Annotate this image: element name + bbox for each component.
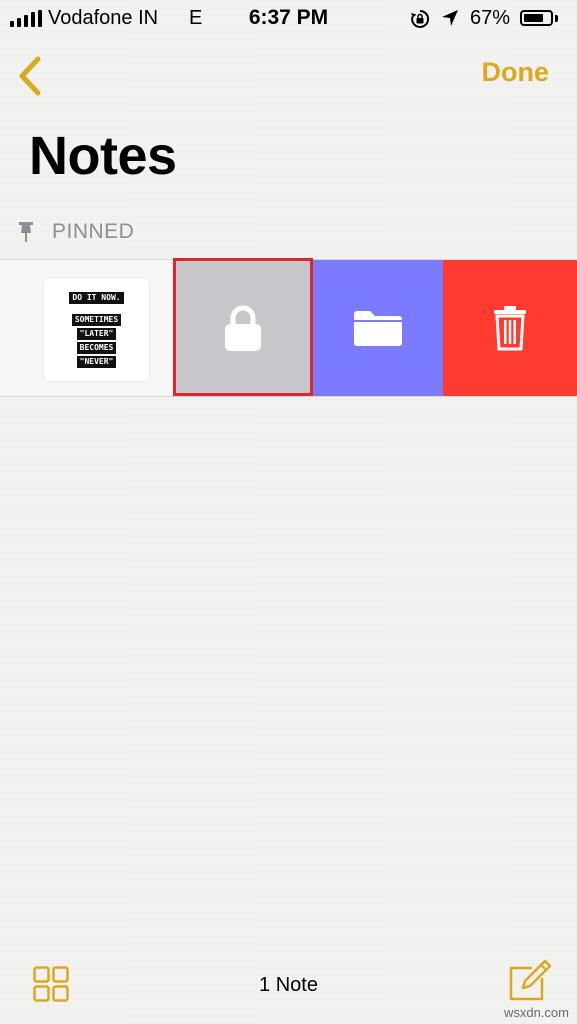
section-label: PINNED xyxy=(52,220,135,243)
thumbnail-line: "LATER" xyxy=(76,327,117,340)
thumbnail-line: "NEVER" xyxy=(76,355,117,368)
thumbnail-line: SOMETIMES xyxy=(71,313,122,326)
folder-icon xyxy=(353,311,402,346)
pin-icon xyxy=(19,222,33,242)
note-row[interactable]: DO IT NOW. SOMETIMES "LATER" BECOMES "NE… xyxy=(0,259,577,397)
battery-nub xyxy=(555,15,558,22)
delete-note-button[interactable] xyxy=(443,260,577,396)
note-thumbnail: DO IT NOW. SOMETIMES "LATER" BECOMES "NE… xyxy=(44,278,149,381)
chevron-left-icon xyxy=(19,56,41,96)
page-title: Notes xyxy=(29,126,177,186)
back-button[interactable] xyxy=(14,54,50,98)
lock-icon xyxy=(224,305,261,351)
thumbnail-line: DO IT NOW. xyxy=(69,291,124,304)
battery-percent: 67% xyxy=(470,7,511,29)
battery-icon xyxy=(520,10,553,26)
rotation-lock-icon xyxy=(411,9,430,28)
section-header-pinned: PINNED xyxy=(18,218,134,246)
trash-icon xyxy=(494,306,526,351)
thumbnail-line: BECOMES xyxy=(76,341,117,354)
lock-note-button[interactable] xyxy=(173,260,312,396)
bottom-toolbar: 1 Note xyxy=(0,950,577,1024)
compose-icon xyxy=(509,959,552,1001)
note-count: 1 Note xyxy=(259,974,318,996)
watermark: wsxdn.com xyxy=(503,1005,569,1020)
status-bar: Vodafone IN E 6:37 PM 67% xyxy=(0,0,577,38)
location-icon xyxy=(442,10,458,26)
move-note-button[interactable] xyxy=(312,260,443,396)
compose-button[interactable] xyxy=(506,958,552,1002)
done-button[interactable]: Done xyxy=(482,57,550,88)
